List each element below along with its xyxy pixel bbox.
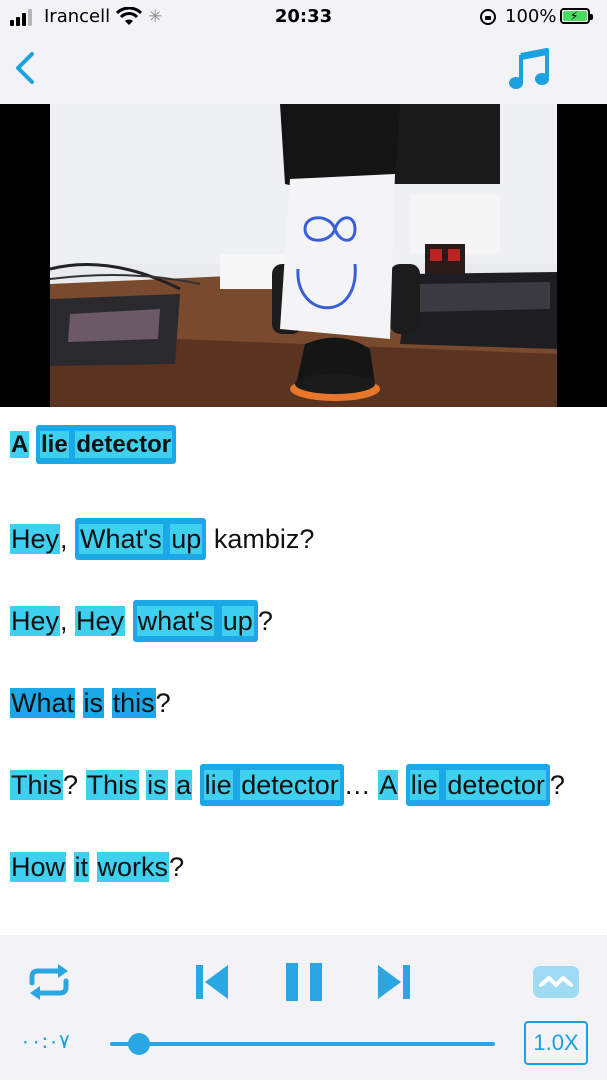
player-controls: ۰۰:۰۷ 1.0X	[0, 935, 607, 1080]
word[interactable]: detector	[446, 770, 546, 800]
repeat-icon[interactable]	[24, 961, 74, 1003]
phrase-highlight[interactable]: lie detector	[199, 764, 344, 806]
word[interactable]: it	[73, 852, 90, 882]
elapsed-time: ۰۰:۰۷	[20, 1029, 70, 1053]
subtitle-icon[interactable]	[532, 965, 580, 999]
word[interactable]: Hey	[10, 524, 61, 554]
transcript-line[interactable]: A lie detector	[10, 425, 597, 465]
word[interactable]: What	[10, 688, 76, 718]
punctuation: …	[343, 770, 379, 800]
word[interactable]: what's	[136, 606, 215, 636]
word[interactable]: lie	[409, 770, 439, 800]
word[interactable]: this	[111, 688, 156, 718]
word[interactable]: This	[10, 770, 64, 800]
word[interactable]: detector	[240, 770, 340, 800]
transcript-line[interactable]: Hey, Hey what's up?	[10, 595, 597, 647]
punctuation: ?	[169, 852, 185, 882]
word[interactable]: A	[10, 431, 30, 458]
phrase-highlight[interactable]: lie detector	[405, 764, 550, 806]
progress-track[interactable]	[110, 1042, 495, 1046]
word[interactable]: What's	[79, 524, 163, 554]
music-note-icon[interactable]	[506, 46, 552, 92]
transcript-line[interactable]: What is this?	[10, 677, 597, 729]
transcript-line[interactable]: Hey, What's up kambiz?	[10, 513, 597, 565]
transcript: A lie detector Hey, What's up kambiz? He…	[0, 407, 607, 935]
word[interactable]: How	[10, 852, 67, 882]
word[interactable]: detector	[75, 431, 173, 458]
punctuation: ?	[257, 606, 273, 636]
punctuation: ,	[60, 524, 68, 554]
pause-icon[interactable]	[284, 961, 324, 1003]
word[interactable]: lie	[203, 770, 233, 800]
punctuation: ?	[549, 770, 565, 800]
word[interactable]: a	[175, 770, 193, 800]
word[interactable]: up	[170, 524, 203, 554]
punctuation: ?	[63, 770, 79, 800]
word[interactable]: is	[82, 688, 105, 718]
back-icon[interactable]	[10, 48, 40, 88]
word[interactable]: Hey	[10, 606, 61, 636]
video-player[interactable]	[0, 104, 607, 407]
word[interactable]: A	[378, 770, 399, 800]
video-frame	[50, 104, 557, 407]
word[interactable]: This	[85, 770, 139, 800]
playback-speed-button[interactable]: 1.0X	[524, 1021, 588, 1065]
word[interactable]: kambiz?	[214, 524, 315, 554]
nav-bar	[0, 34, 607, 104]
video-thumbnail	[50, 104, 557, 407]
punctuation: ,	[60, 606, 68, 636]
progress-thumb[interactable]	[128, 1033, 150, 1055]
status-bar: Irancell ✳ 20:33 100% ⚡	[0, 0, 607, 34]
word[interactable]: works	[96, 852, 170, 882]
punctuation: ?	[155, 688, 171, 718]
word[interactable]: up	[221, 606, 254, 636]
battery-percent: 100%	[505, 6, 557, 27]
rotation-lock-icon	[480, 9, 496, 25]
word[interactable]: Hey	[75, 606, 126, 636]
phrase-highlight[interactable]: what's up	[132, 600, 258, 642]
battery-icon: ⚡	[560, 8, 593, 24]
phrase-highlight[interactable]: lie detector	[36, 425, 177, 464]
transcript-line[interactable]: How it works?	[10, 841, 597, 893]
word[interactable]: is	[146, 770, 168, 800]
next-icon[interactable]	[376, 963, 412, 1001]
previous-icon[interactable]	[194, 963, 230, 1001]
transcript-line[interactable]: This? This is a lie detector… A lie dete…	[10, 759, 597, 811]
phrase-highlight[interactable]: What's up	[75, 518, 207, 560]
word[interactable]: lie	[40, 431, 69, 458]
